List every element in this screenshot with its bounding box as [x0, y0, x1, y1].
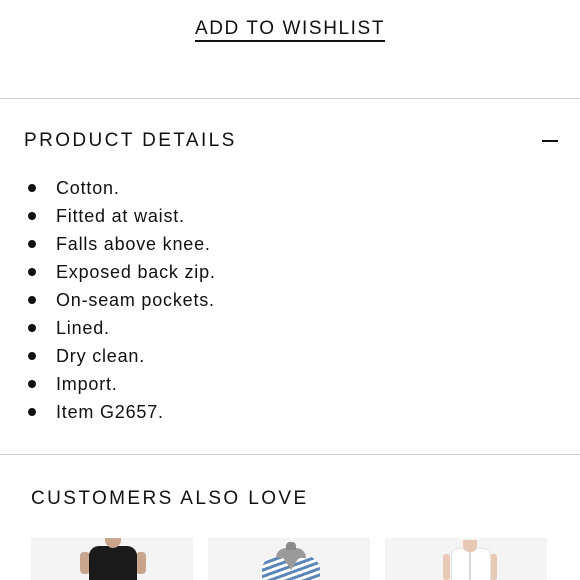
product-details-list: Cotton. Fitted at waist. Falls above kne…: [24, 174, 216, 426]
bullet-icon: [28, 324, 36, 332]
list-item-text: Falls above knee.: [56, 234, 211, 254]
bullet-icon: [28, 212, 36, 220]
bullet-icon: [28, 408, 36, 416]
list-item: Cotton.: [24, 174, 216, 202]
bullet-icon: [28, 184, 36, 192]
product-card[interactable]: [208, 538, 370, 580]
list-item: On-seam pockets.: [24, 286, 216, 314]
add-to-wishlist-link[interactable]: ADD TO WISHLIST: [194, 18, 386, 42]
list-item: Import.: [24, 370, 216, 398]
wishlist-container: ADD TO WISHLIST: [0, 18, 580, 42]
product-details-header[interactable]: PRODUCT DETAILS: [24, 128, 558, 154]
section-divider: [0, 98, 580, 99]
list-item-text: Item G2657.: [56, 402, 164, 422]
bullet-icon: [28, 240, 36, 248]
product-card[interactable]: [385, 538, 547, 580]
bullet-icon: [28, 268, 36, 276]
product-card[interactable]: [31, 538, 193, 580]
list-item: Fitted at waist.: [24, 202, 216, 230]
product-page: ADD TO WISHLIST PRODUCT DETAILS Cotton. …: [0, 0, 580, 580]
list-item: Lined.: [24, 314, 216, 342]
list-item-text: Fitted at waist.: [56, 206, 185, 226]
striped-dress-image: [256, 542, 326, 580]
list-item-text: Lined.: [56, 318, 110, 338]
list-item: Dry clean.: [24, 342, 216, 370]
customers-also-love-title: CUSTOMERS ALSO LOVE: [31, 488, 309, 509]
bullet-icon: [28, 296, 36, 304]
list-item-text: Exposed back zip.: [56, 262, 216, 282]
list-item: Falls above knee.: [24, 230, 216, 258]
list-item-text: On-seam pockets.: [56, 290, 215, 310]
section-divider: [0, 454, 580, 455]
minus-icon[interactable]: [542, 134, 558, 148]
white-dress-image: [443, 540, 497, 580]
product-details-title: PRODUCT DETAILS: [24, 130, 237, 151]
bullet-icon: [28, 380, 36, 388]
list-item-text: Import.: [56, 374, 118, 394]
list-item-text: Dry clean.: [56, 346, 146, 366]
black-dress-image: [80, 538, 146, 580]
list-item-text: Cotton.: [56, 178, 120, 198]
list-item: Item G2657.: [24, 398, 216, 426]
bullet-icon: [28, 352, 36, 360]
list-item: Exposed back zip.: [24, 258, 216, 286]
recommended-products: [31, 538, 551, 580]
